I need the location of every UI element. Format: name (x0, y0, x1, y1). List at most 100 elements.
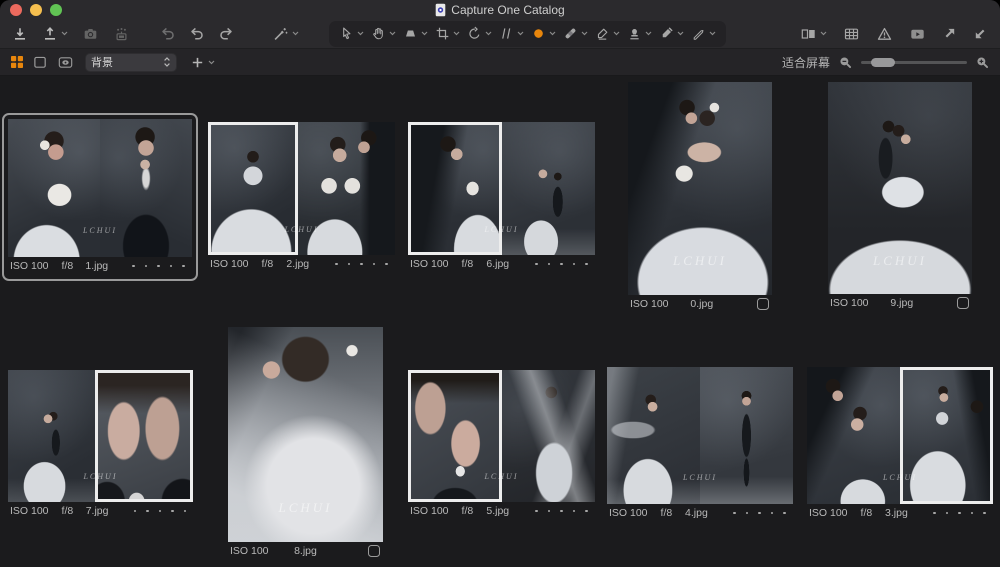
rating-dots[interactable] (134, 510, 192, 513)
preview-view-button[interactable] (57, 55, 74, 70)
revert-button[interactable] (160, 26, 176, 42)
thumbnail-cell[interactable]: LCHUIISO 1009.jpg (828, 82, 972, 312)
slider-thumb[interactable] (871, 58, 895, 67)
export-button[interactable] (42, 26, 68, 42)
thumbnail-cell[interactable]: LCHUIISO 100f/87.jpg (8, 370, 193, 520)
thumbnail-image[interactable]: LCHUI (208, 122, 395, 255)
chevron-down-icon (709, 31, 716, 36)
zoom-out-icon[interactable] (838, 55, 853, 70)
photo-panel (502, 370, 596, 502)
thumbnail-cell[interactable]: LCHUIISO 1008.jpg (228, 327, 383, 560)
rating-dots[interactable] (335, 263, 393, 266)
loupe-tool-button[interactable] (403, 26, 428, 41)
thumbnail-browser: LCHUIISO 100f/81.jpgLCHUIISO 100f/82.jpg… (0, 76, 1000, 567)
thumbnail-filename: 3.jpg (885, 507, 908, 519)
rotate-tool-button[interactable] (467, 26, 492, 41)
heal-tool-button[interactable] (563, 26, 588, 41)
rating-dots[interactable] (733, 512, 791, 515)
redo-button[interactable] (218, 26, 234, 42)
hand-icon (371, 26, 386, 41)
rating-dot (933, 512, 936, 515)
rating-dots[interactable] (535, 510, 593, 513)
thumbnail-meta: ISO 1009.jpg (828, 294, 972, 312)
rating-dots[interactable] (132, 265, 190, 268)
thumbnail-cell[interactable]: LCHUIISO 100f/81.jpg (8, 119, 192, 275)
rating-dot (573, 263, 576, 266)
thumbnail-cell[interactable]: LCHUI ISO 100 f/8 5.jpg (408, 370, 595, 520)
thumbnail-meta: ISO 1008.jpg (228, 542, 383, 560)
arrow-down-left-button[interactable] (973, 26, 988, 41)
select-checkbox[interactable] (957, 297, 969, 309)
thumbnail-iso: ISO 100 (410, 258, 449, 270)
rating-dots[interactable] (535, 263, 593, 266)
camera-capture-button[interactable] (82, 26, 99, 42)
thumbnail-image[interactable]: LCHUI (228, 327, 383, 542)
rating-dot (159, 510, 162, 513)
draw-mask-tool-button[interactable] (659, 26, 684, 41)
thumbnail-zoom-slider[interactable] (861, 56, 967, 68)
import-button[interactable] (12, 26, 28, 42)
crop-tool-button[interactable] (435, 26, 460, 41)
rating-dot (946, 512, 949, 515)
fit-screen-label[interactable]: 适合屏幕 (782, 54, 830, 71)
thumbnail-image[interactable]: LCHUI (628, 82, 772, 295)
rating-dot (983, 512, 986, 515)
thumbnail-aperture: f/8 (62, 505, 74, 517)
rating-dots[interactable] (933, 512, 991, 515)
viewer-layout-button[interactable] (800, 26, 827, 42)
thumbnail-cell[interactable]: LCHUIISO 100f/86.jpg (408, 122, 595, 273)
photo-panel (828, 82, 972, 294)
select-checkbox[interactable] (368, 545, 380, 557)
thumbnail-cell[interactable]: LCHUIISO 100f/83.jpg (807, 367, 993, 522)
thumbnail-image[interactable]: LCHUI (807, 367, 993, 504)
grid-overlay-button[interactable] (843, 26, 860, 42)
thumbnail-image[interactable]: LCHUI (607, 367, 793, 504)
photo-panel (298, 122, 395, 255)
file-actions-group (12, 26, 130, 42)
undo-button[interactable] (189, 26, 205, 42)
thumbnail-cell[interactable]: LCHUIISO 100f/84.jpg (607, 367, 793, 522)
thumbnail-aperture: f/8 (462, 258, 474, 270)
smart-album-select[interactable]: 背景 (86, 54, 176, 71)
thumbnail-iso: ISO 100 (410, 505, 449, 517)
rating-dot (535, 263, 538, 266)
thumbnail-cell[interactable]: LCHUIISO 100f/82.jpg (208, 122, 395, 273)
select-checkbox[interactable] (757, 298, 769, 310)
photo-panel (228, 327, 383, 542)
thumbnail-image[interactable]: LCHUI (408, 122, 595, 255)
thumbnail-cell[interactable]: LCHUIISO 1000.jpg (628, 82, 772, 313)
slideshow-button[interactable] (909, 26, 926, 42)
arrow-up-right-button[interactable] (942, 26, 957, 41)
arrow-sw-icon (973, 26, 988, 41)
camera-icon (82, 26, 99, 42)
viewer-view-button[interactable] (33, 55, 48, 70)
thumbnail-image[interactable]: LCHUI (8, 370, 193, 502)
tether-icon (113, 26, 130, 42)
rating-dot (171, 510, 174, 513)
thumbnail-meta: ISO 100f/83.jpg (807, 504, 993, 522)
thumbnail-image[interactable]: LCHUI (408, 370, 595, 502)
exposure-warning-button[interactable] (876, 26, 893, 42)
chevron-down-icon (677, 31, 684, 36)
tethered-capture-button[interactable] (113, 26, 130, 42)
rating-dot (548, 263, 551, 266)
thumbnail-image[interactable]: LCHUI (828, 82, 972, 294)
redo-icon (218, 26, 234, 42)
clone-tool-button[interactable] (627, 26, 652, 41)
erase-tool-button[interactable] (595, 26, 620, 41)
annotate-tool-button[interactable] (691, 26, 716, 41)
straighten-tool-button[interactable] (499, 26, 524, 41)
thumbnail-aperture: f/8 (462, 505, 474, 517)
spot-icon (531, 26, 546, 41)
zoom-in-icon[interactable] (975, 55, 990, 70)
thumbnail-filename: 5.jpg (486, 505, 509, 517)
rating-dot (548, 510, 551, 513)
grid-view-button[interactable] (10, 55, 24, 69)
select-tool-button[interactable] (339, 26, 364, 41)
add-collection-button[interactable] (190, 55, 215, 70)
thumbnail-image[interactable]: LCHUI (8, 119, 192, 257)
pan-tool-button[interactable] (371, 26, 396, 41)
arrow-ne-icon (942, 26, 957, 41)
auto-adjust-button[interactable] (272, 26, 299, 42)
spot-removal-tool-button[interactable] (531, 26, 556, 41)
